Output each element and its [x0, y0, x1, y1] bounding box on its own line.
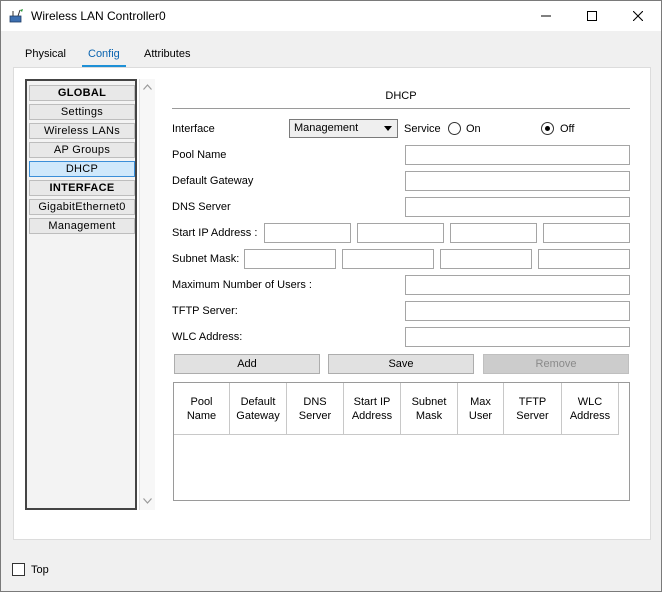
service-off-label: Off: [560, 123, 575, 135]
top-checkbox[interactable]: [12, 563, 25, 576]
router-wireless-icon: [9, 9, 23, 23]
column-header-tftp-server[interactable]: TFTP Server: [504, 383, 562, 435]
save-button[interactable]: Save: [328, 354, 474, 374]
config-sidebar: GLOBAL Settings Wireless LANs AP Groups …: [25, 79, 137, 510]
service-label: Service: [404, 123, 441, 135]
service-on-radio[interactable]: [448, 122, 461, 135]
default-gateway-input[interactable]: [405, 171, 630, 191]
subnet-mask-octet-3[interactable]: [440, 249, 532, 269]
wlc-address-input[interactable]: [405, 327, 630, 347]
sidebar-item-wireless-lans[interactable]: Wireless LANs: [29, 123, 135, 139]
column-header-subnet-mask[interactable]: Subnet Mask: [401, 383, 458, 435]
interface-select[interactable]: Management: [289, 119, 398, 138]
subnet-mask-octet-1[interactable]: [244, 249, 336, 269]
wlc-address-label: WLC Address:: [172, 331, 243, 343]
pool-name-label: Pool Name: [172, 149, 227, 161]
sidebar-header-global: GLOBAL: [29, 85, 135, 101]
close-button[interactable]: [615, 1, 661, 31]
start-ip-label: Start IP Address :: [172, 227, 258, 239]
sidebar-item-management[interactable]: Management: [29, 218, 135, 234]
start-ip-octet-4[interactable]: [543, 223, 630, 243]
interface-label: Interface: [172, 123, 215, 135]
sidebar-item-ap-groups[interactable]: AP Groups: [29, 142, 135, 158]
app-window: Wireless LAN Controller0 Physical Config…: [0, 0, 662, 592]
chevron-down-icon: [143, 498, 152, 504]
sidebar-item-dhcp[interactable]: DHCP: [29, 161, 135, 177]
column-header-max-user[interactable]: Max User: [458, 383, 504, 435]
start-ip-octet-1[interactable]: [264, 223, 351, 243]
config-panel: GLOBAL Settings Wireless LANs AP Groups …: [13, 67, 651, 540]
chevron-up-icon: [143, 84, 152, 90]
minimize-icon: [541, 15, 551, 17]
default-gateway-label: Default Gateway: [172, 175, 254, 187]
column-header-start-ip-address[interactable]: Start IP Address: [344, 383, 401, 435]
max-users-label: Maximum Number of Users :: [172, 279, 312, 291]
sidebar-header-interface: INTERFACE: [29, 180, 135, 196]
maximize-icon: [587, 11, 597, 21]
tab-attributes[interactable]: Attributes: [138, 44, 196, 66]
section-divider: [172, 108, 630, 109]
add-button[interactable]: Add: [174, 354, 320, 374]
column-header-dns-server[interactable]: DNS Server: [287, 383, 344, 435]
subnet-mask-label: Subnet Mask:: [172, 253, 240, 265]
dhcp-pool-table[interactable]: Pool Name Default Gateway DNS Server Sta…: [173, 382, 630, 501]
dns-server-label: DNS Server: [172, 201, 231, 213]
sidebar-item-gigabitethernet0[interactable]: GigabitEthernet0: [29, 199, 135, 215]
sidebar-item-settings[interactable]: Settings: [29, 104, 135, 120]
sidebar-scrollbar[interactable]: [139, 79, 155, 510]
top-checkbox-label: Top: [31, 564, 49, 576]
minimize-button[interactable]: [523, 1, 569, 31]
dropdown-arrow-icon: [384, 126, 392, 131]
column-header-pool-name[interactable]: Pool Name: [174, 383, 230, 435]
subnet-mask-octet-2[interactable]: [342, 249, 434, 269]
interface-select-value: Management: [294, 122, 359, 134]
dns-server-input[interactable]: [405, 197, 630, 217]
start-ip-octet-3[interactable]: [450, 223, 537, 243]
pool-name-input[interactable]: [405, 145, 630, 165]
close-icon: [633, 11, 643, 21]
service-on-label: On: [466, 123, 481, 135]
tab-config[interactable]: Config: [82, 44, 126, 68]
service-off-radio[interactable]: [541, 122, 554, 135]
column-header-default-gateway[interactable]: Default Gateway: [230, 383, 287, 435]
tab-physical[interactable]: Physical: [19, 44, 72, 66]
column-header-wlc-address[interactable]: WLC Address: [562, 383, 619, 435]
remove-button[interactable]: Remove: [483, 354, 629, 374]
subnet-mask-octet-4[interactable]: [538, 249, 630, 269]
tftp-server-input[interactable]: [405, 301, 630, 321]
section-title: DHCP: [385, 90, 417, 102]
tftp-server-label: TFTP Server:: [172, 305, 238, 317]
window-title: Wireless LAN Controller0: [31, 9, 166, 23]
maximize-button[interactable]: [569, 1, 615, 31]
max-users-input[interactable]: [405, 275, 630, 295]
start-ip-octet-2[interactable]: [357, 223, 444, 243]
title-bar[interactable]: Wireless LAN Controller0: [1, 1, 661, 31]
